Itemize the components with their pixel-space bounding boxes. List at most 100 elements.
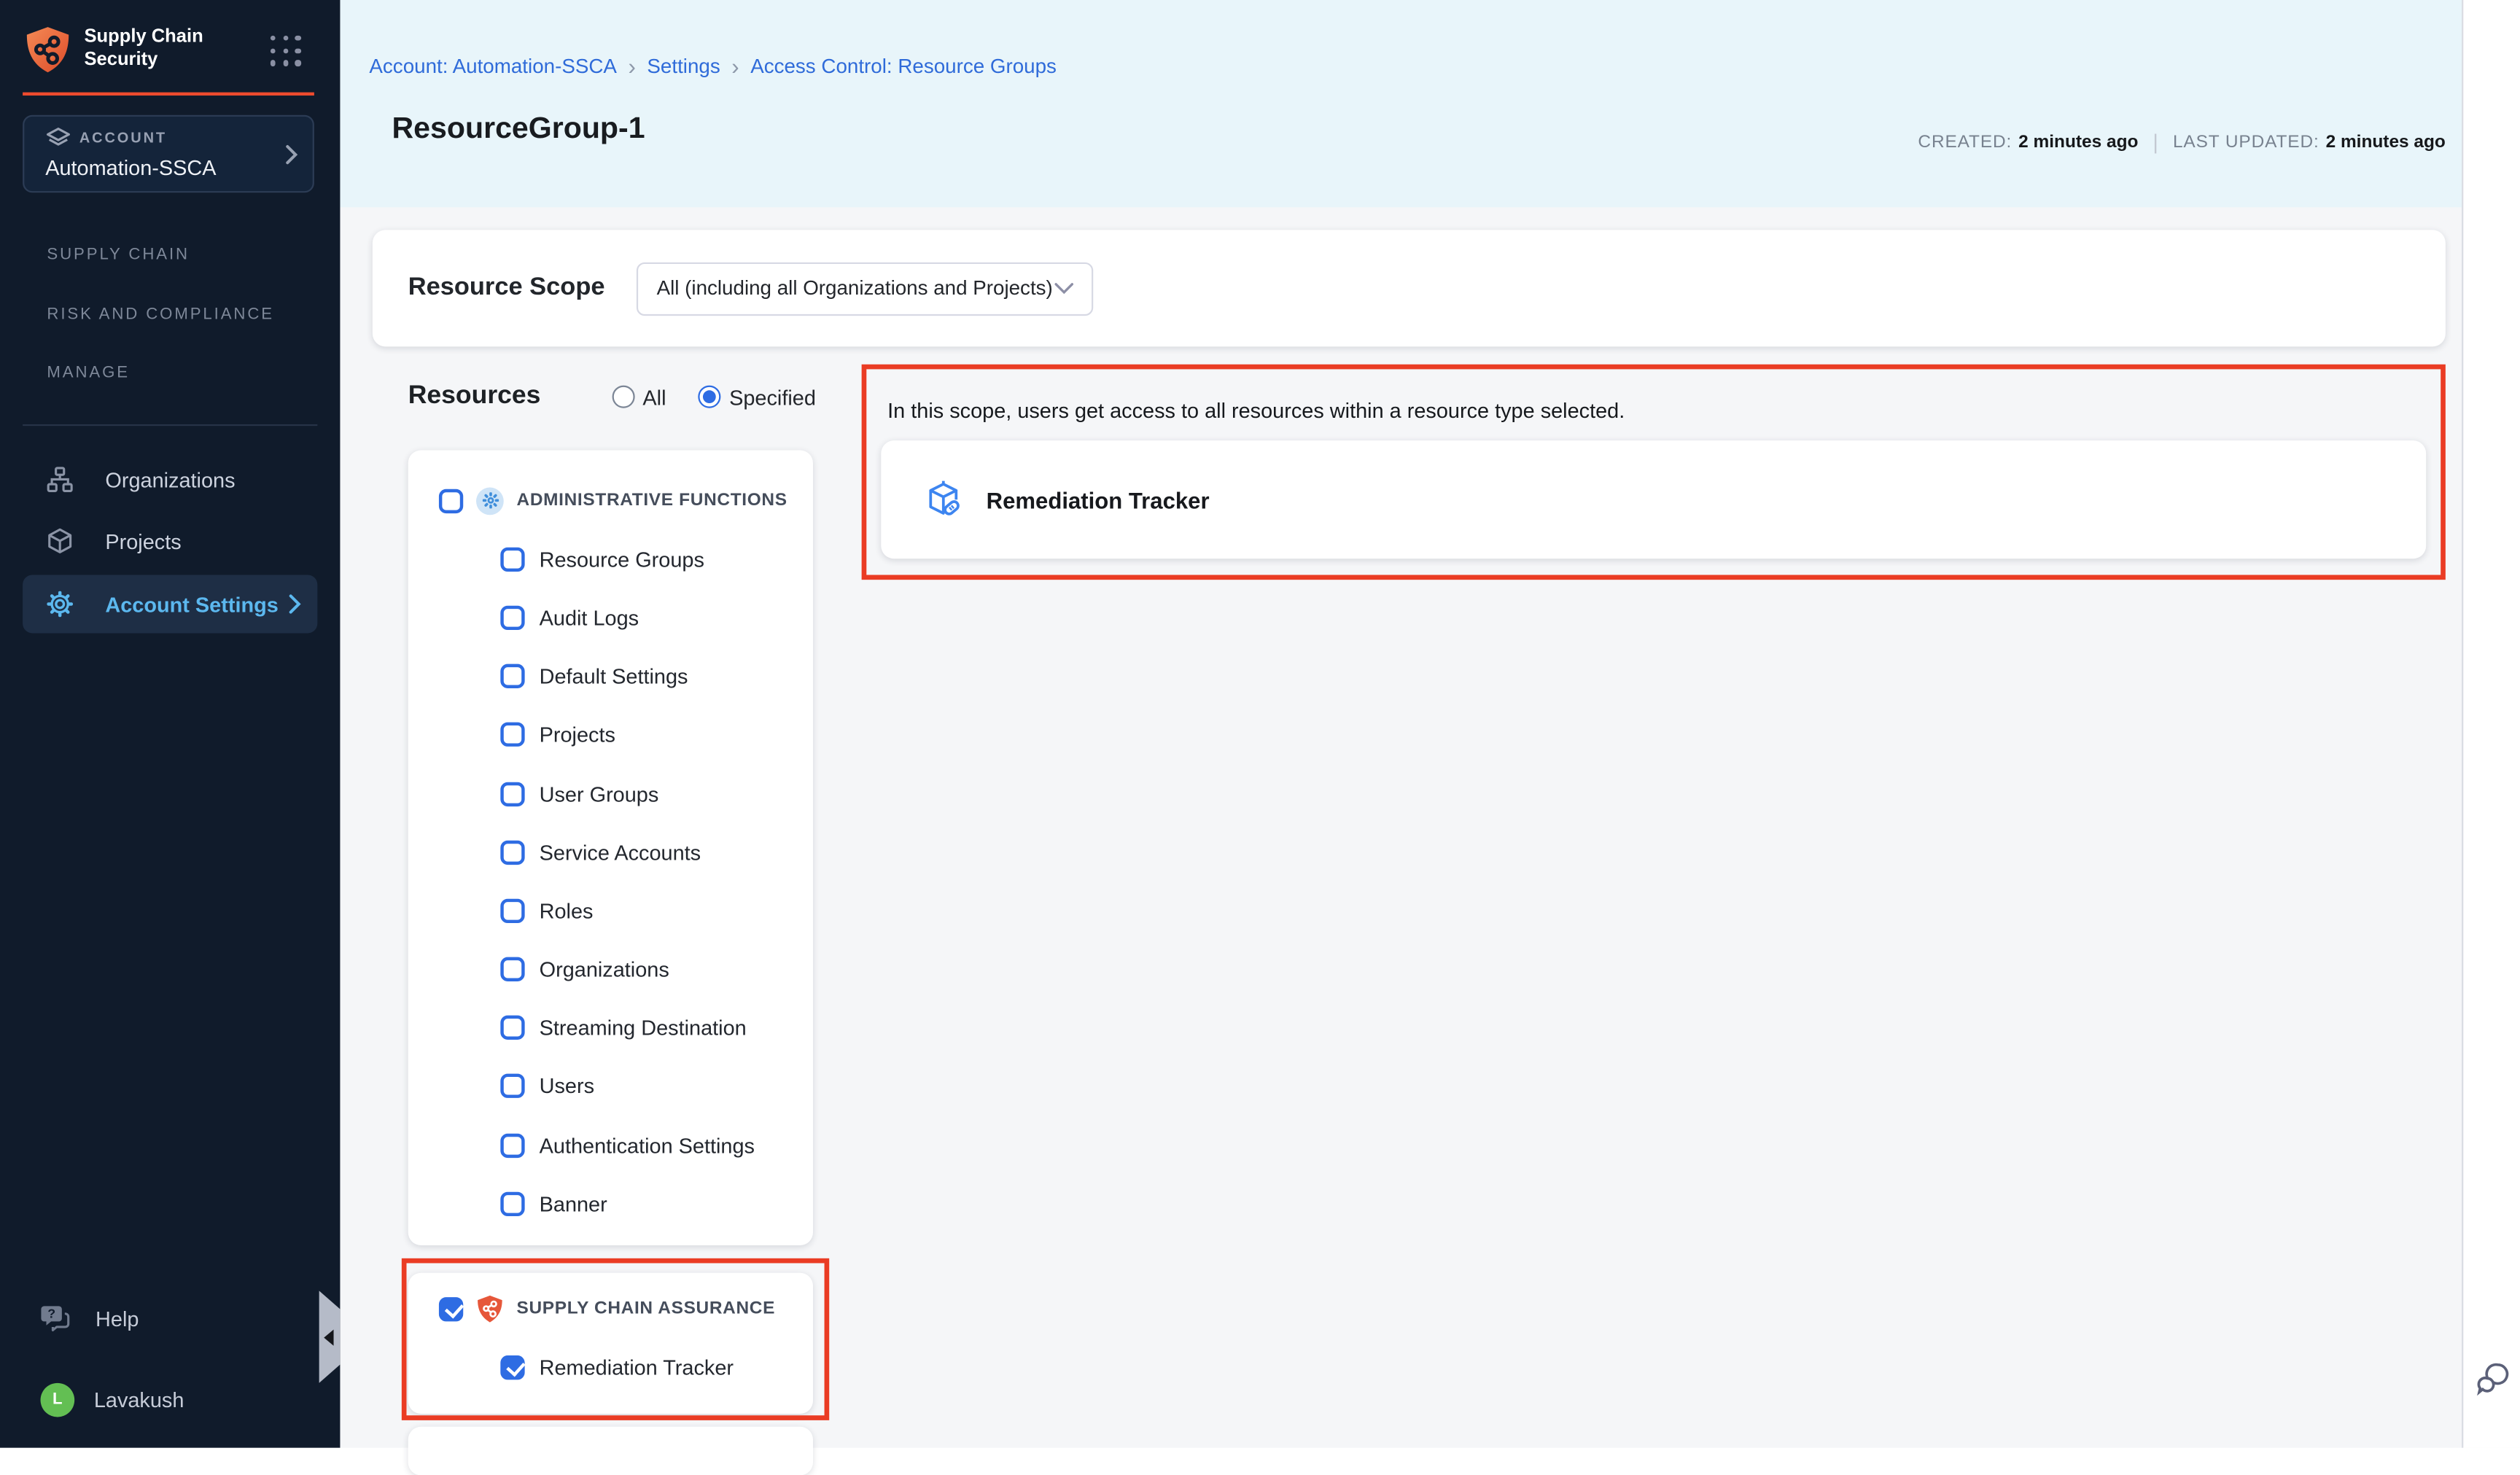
checkbox[interactable] xyxy=(500,1355,524,1379)
resource-label: Organizations xyxy=(540,957,669,981)
resource-label: Users xyxy=(540,1075,594,1099)
checkbox[interactable] xyxy=(500,1133,524,1157)
sidebar: Supply Chain Security ACCOUNT Automation… xyxy=(0,0,340,1447)
chevron-right-icon xyxy=(285,144,298,166)
resource-group-card-supply-chain-assurance: SUPPLY CHAIN ASSURANCE Remediation Track… xyxy=(408,1273,813,1414)
resource-checkbox-row[interactable]: Service Accounts xyxy=(408,823,813,882)
resource-checkbox-row[interactable]: Banner xyxy=(408,1175,813,1233)
checkbox[interactable] xyxy=(500,723,524,747)
user-avatar: L xyxy=(41,1383,75,1417)
org-chart-icon xyxy=(47,467,73,493)
resource-scope-card: Resource Scope All (including all Organi… xyxy=(373,230,2446,346)
account-name: Automation-SSCA xyxy=(45,155,216,179)
resource-label: Roles xyxy=(540,899,594,923)
checkbox[interactable] xyxy=(500,840,524,864)
resource-label: Default Settings xyxy=(540,664,688,688)
breadcrumb-separator: › xyxy=(628,53,635,79)
group-header-row[interactable]: ADMINISTRATIVE FUNCTIONS xyxy=(408,471,813,529)
resource-checkbox-row[interactable]: Organizations xyxy=(408,940,813,998)
radio-all[interactable]: All xyxy=(612,385,666,409)
resource-checkbox-row[interactable]: User Groups xyxy=(408,764,813,822)
checkbox[interactable] xyxy=(500,782,524,806)
sidebar-item-label: Organizations xyxy=(105,467,235,491)
resource-scope-label: Resource Scope xyxy=(408,273,605,303)
right-rail xyxy=(2462,0,2520,1447)
help-label: Help xyxy=(96,1307,139,1331)
resource-checkbox-row[interactable]: Streaming Destination xyxy=(408,999,813,1057)
checkbox[interactable] xyxy=(500,957,524,981)
svg-text:?: ? xyxy=(47,1307,55,1321)
checkbox[interactable] xyxy=(500,1075,524,1099)
account-selector[interactable]: ACCOUNT Automation-SSCA xyxy=(23,115,314,193)
shield-badge-icon xyxy=(476,1293,504,1324)
module-grid-dots-icon[interactable] xyxy=(271,36,303,68)
created-value: 2 minutes ago xyxy=(2018,132,2138,152)
group-items: Resource Groups Audit Logs Default Setting… xyxy=(408,530,813,1234)
checkbox[interactable] xyxy=(500,899,524,923)
breadcrumb-link[interactable]: Account: Automation-SSCA xyxy=(369,55,617,78)
resource-checkbox-row[interactable]: Authentication Settings xyxy=(408,1116,813,1174)
checkbox[interactable] xyxy=(500,547,524,571)
brand-divider xyxy=(23,93,314,96)
gear-icon xyxy=(47,591,73,618)
breadcrumb-link[interactable]: Settings xyxy=(647,55,720,78)
help-button[interactable]: ? Help xyxy=(41,1305,139,1333)
resource-label: Resource Groups xyxy=(540,547,704,571)
resource-scope-value: All (including all Organizations and Pro… xyxy=(657,277,1055,300)
resource-label: User Groups xyxy=(540,782,659,806)
cube-icon xyxy=(47,528,73,554)
gear-badge-icon xyxy=(476,487,504,515)
account-scope-label: ACCOUNT xyxy=(79,130,167,146)
sidebar-divider xyxy=(23,424,317,426)
chevron-right-icon xyxy=(288,594,301,614)
checkbox[interactable] xyxy=(500,664,524,688)
resource-scope-dropdown[interactable]: All (including all Organizations and Pro… xyxy=(637,262,1094,315)
layers-icon xyxy=(45,126,71,152)
resource-checkbox-row[interactable]: Users xyxy=(408,1057,813,1116)
sidebar-section-risk-and-compliance[interactable]: RISK AND COMPLIANCE xyxy=(47,306,274,324)
checkbox[interactable] xyxy=(439,1296,463,1320)
resource-checkbox-row[interactable]: Resource Groups xyxy=(408,530,813,588)
page-title: ResourceGroup-1 xyxy=(392,110,645,146)
app-title: Supply Chain Security xyxy=(84,28,246,71)
app-logo-shield-network-icon xyxy=(23,24,73,74)
sidebar-section-manage[interactable]: MANAGE xyxy=(47,365,130,382)
checkbox[interactable] xyxy=(500,606,524,630)
sidebar-section-supply-chain[interactable]: SUPPLY CHAIN xyxy=(47,246,190,264)
resource-checkbox-row[interactable]: Default Settings xyxy=(408,647,813,705)
user-menu[interactable]: L Lavakush xyxy=(41,1383,184,1417)
resource-group-card-administrative: ADMINISTRATIVE FUNCTIONS Resource Groups… xyxy=(408,450,813,1245)
group-header-label: SUPPLY CHAIN ASSURANCE xyxy=(517,1299,776,1319)
resource-label: Authentication Settings xyxy=(540,1133,755,1157)
page-meta: CREATED: 2 minutes ago | LAST UPDATED: 2… xyxy=(1918,130,2445,154)
sidebar-item-organizations[interactable]: Organizations xyxy=(23,450,317,508)
checkbox[interactable] xyxy=(439,489,463,513)
radio-specified[interactable]: Specified xyxy=(699,385,816,409)
group-header-row[interactable]: SUPPLY CHAIN ASSURANCE xyxy=(408,1280,813,1338)
radio-specified-label: Specified xyxy=(729,385,816,409)
chat-question-icon: ? xyxy=(41,1305,71,1333)
breadcrumb-separator: › xyxy=(731,53,739,79)
sidebar-item-label: Account Settings xyxy=(105,592,278,616)
chat-bubbles-icon[interactable] xyxy=(2476,1361,2512,1396)
group-header-label: ADMINISTRATIVE FUNCTIONS xyxy=(517,491,788,510)
resource-label: Audit Logs xyxy=(540,606,639,630)
sidebar-item-label: Projects xyxy=(105,529,181,553)
resource-checkbox-row[interactable]: Projects xyxy=(408,706,813,764)
selected-resource-card: Remediation Tracker xyxy=(881,440,2426,559)
checkbox[interactable] xyxy=(500,1016,524,1040)
package-edit-icon xyxy=(922,478,965,521)
meta-separator: | xyxy=(2138,130,2173,154)
resource-checkbox-row[interactable]: Audit Logs xyxy=(408,588,813,647)
sidebar-item-account-settings[interactable]: Account Settings xyxy=(23,575,317,633)
breadcrumb-link[interactable]: Access Control: Resource Groups xyxy=(750,55,1057,78)
sidebar-item-projects[interactable]: Projects xyxy=(23,512,317,570)
sidebar-collapse-icon[interactable] xyxy=(319,1291,341,1383)
group-items: Remediation Tracker xyxy=(408,1338,813,1396)
page-header xyxy=(340,0,2462,207)
radio-all-label: All xyxy=(642,385,666,409)
resource-checkbox-row[interactable]: Roles xyxy=(408,882,813,940)
resource-label: Service Accounts xyxy=(540,840,701,864)
checkbox[interactable] xyxy=(500,1191,524,1215)
resource-checkbox-row[interactable]: Remediation Tracker xyxy=(408,1338,813,1396)
